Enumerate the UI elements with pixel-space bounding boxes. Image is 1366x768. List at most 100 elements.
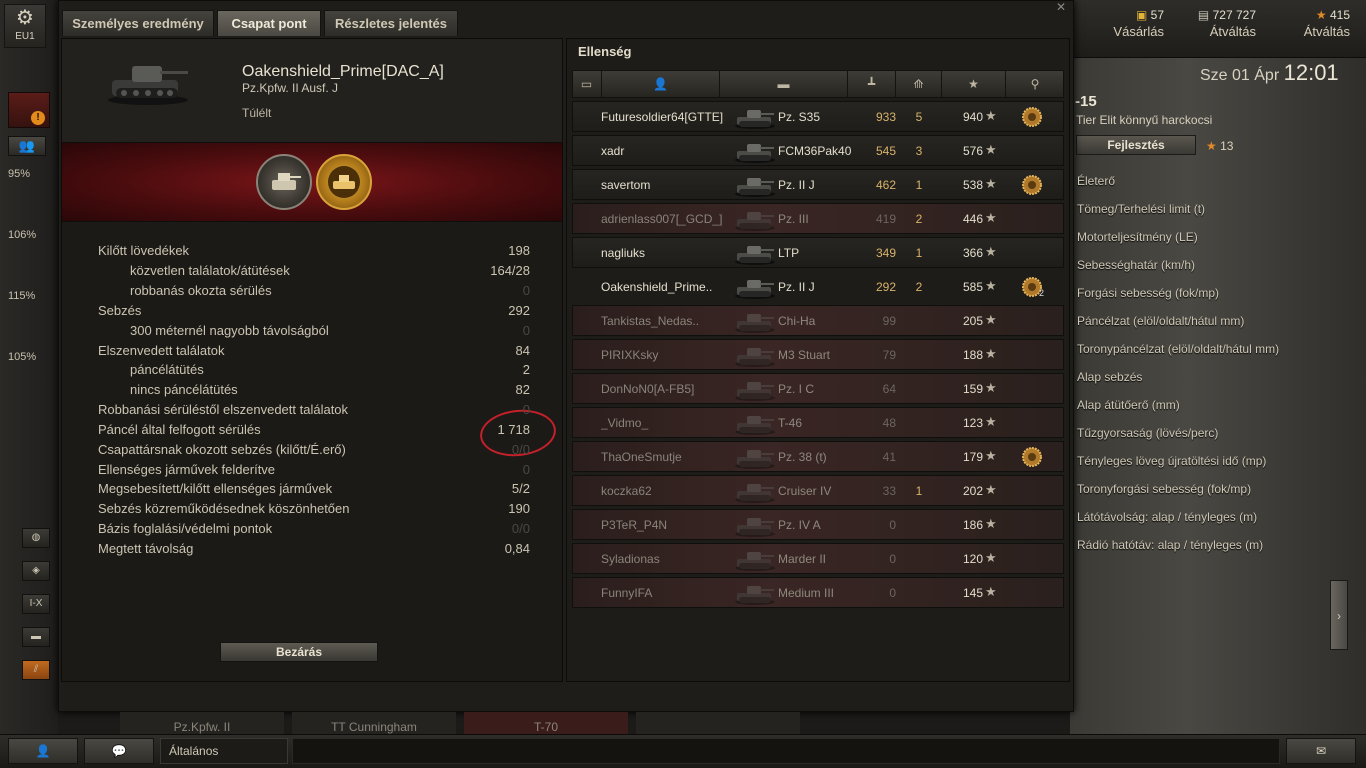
col-achievements[interactable]: ⚲ bbox=[1006, 70, 1064, 98]
stat-value: 0/0 bbox=[511, 521, 530, 536]
vehicle-spec-label: Tűzgyorsaság (lövés/perc) bbox=[1077, 426, 1219, 440]
contacts-button[interactable]: 👤 bbox=[8, 738, 78, 764]
vehicle-filter-button[interactable]: ▬ bbox=[22, 627, 50, 647]
carousel-peek: Pz.Kpfw. II TT Cunningham T-70 bbox=[120, 712, 800, 734]
stat-label: Megtett távolság bbox=[98, 541, 194, 556]
vehicle-name-cell: Medium III bbox=[778, 586, 835, 600]
credits-exchange[interactable]: ▤ 727 727 Átváltás bbox=[1180, 8, 1256, 48]
notifications-button[interactable]: ✉ bbox=[1286, 738, 1356, 764]
close-button[interactable]: Bezárás bbox=[220, 642, 378, 662]
tab-team[interactable]: Csapat pont bbox=[217, 10, 321, 36]
achievement-icon bbox=[1021, 446, 1043, 468]
stat-label: nincs páncélátütés bbox=[130, 382, 238, 397]
stat-row: Megsebesített/kilőtt ellenséges járművek… bbox=[98, 481, 530, 501]
damage-cell: 292 bbox=[875, 280, 896, 294]
upgrade-button[interactable]: Fejlesztés bbox=[1076, 135, 1196, 155]
star-icon: ★ bbox=[985, 210, 997, 225]
freexp-exchange[interactable]: ★ 415 Átváltás bbox=[1276, 8, 1350, 48]
gold-amount: 57 bbox=[1150, 8, 1164, 22]
table-row[interactable]: savertom Pz. II J 462 1 538 ★ bbox=[572, 169, 1064, 200]
table-row[interactable]: adrienlass007[_GCD_] Pz. III 419 2 446 ★ bbox=[572, 203, 1064, 234]
table-row[interactable]: P3TeR_P4N Pz. IV A 0 186 ★ bbox=[572, 509, 1064, 540]
vehicle-spec-label: Sebességhatár (km/h) bbox=[1077, 258, 1196, 272]
stat-label: Bázis foglalási/védelmi pontok bbox=[98, 521, 273, 536]
carousel-item-3[interactable]: T-70 bbox=[464, 712, 628, 734]
stat-value: 0 bbox=[522, 402, 530, 417]
stat-row: Ellenséges járművek felderítve 0 bbox=[98, 462, 530, 482]
tab-personal[interactable]: Személyes eredmény bbox=[62, 10, 214, 36]
stat-row: Megtett távolság 0,84 bbox=[98, 541, 530, 561]
star-icon: ★ bbox=[985, 584, 997, 599]
medal-mastery-icon[interactable] bbox=[316, 154, 372, 210]
table-row[interactable]: xadr FCM36Pak40 545 3 576 ★ bbox=[572, 135, 1064, 166]
stat-value: 0,84 bbox=[504, 541, 530, 556]
nation-filter-button[interactable]: ◍ bbox=[22, 528, 50, 548]
table-row[interactable]: Syladionas Marder II 0 120 ★ bbox=[572, 543, 1064, 574]
table-row[interactable]: Futuresoldier64[GTTE] Pz. S35 933 5 940 ★ bbox=[572, 101, 1064, 132]
table-row[interactable]: koczka62 Cruiser IV 33 1 202 ★ bbox=[572, 475, 1064, 506]
star-icon: ★ bbox=[985, 142, 997, 157]
stat-row: Sebzés közreműködésednek köszönhetően 190 bbox=[98, 501, 530, 521]
col-player[interactable]: 👤 bbox=[602, 70, 720, 98]
table-row[interactable]: Tankistas_Nedas.. Chi-Ha 99 205 ★ bbox=[572, 305, 1064, 336]
star-icon: ★ bbox=[1315, 8, 1327, 22]
type-filter-button[interactable]: ◈ bbox=[22, 561, 50, 581]
table-row[interactable]: Oakenshield_Prime.. Pz. II J 292 2 585 ★ 2 bbox=[572, 271, 1064, 302]
stat-value: 1 718 bbox=[497, 422, 530, 437]
vehicle-name-cell: Marder II bbox=[778, 552, 827, 566]
chat-input[interactable] bbox=[292, 738, 1280, 764]
chat-button[interactable]: 💬 bbox=[84, 738, 154, 764]
col-xp[interactable]: ★ bbox=[942, 70, 1006, 98]
premium-filter-button[interactable]: ⫽ bbox=[22, 660, 50, 680]
stat-row: páncélátütés 2 bbox=[98, 362, 530, 382]
notification-panel[interactable]: ! bbox=[8, 92, 50, 128]
specs-expand-arrow[interactable]: › bbox=[1330, 580, 1348, 650]
player-name-cell: PIRIXKsky bbox=[601, 348, 659, 362]
vehicle-spec-label: Alap átütőerő (mm) bbox=[1077, 398, 1180, 412]
table-row[interactable]: _Vidmo_ T-46 48 123 ★ bbox=[572, 407, 1064, 438]
kills-cell: 3 bbox=[915, 144, 923, 158]
xp-star-icon: ★ bbox=[1206, 139, 1217, 153]
player-name-cell: ThaOneSmutje bbox=[601, 450, 682, 464]
vehicle-xp: ★ 13 bbox=[1206, 139, 1233, 153]
xp-cell: 538 bbox=[962, 178, 983, 192]
stat-row: Bázis foglalási/védelmi pontok 0/0 bbox=[98, 521, 530, 541]
stat-value: 0 bbox=[522, 283, 530, 298]
warning-icon: ! bbox=[31, 111, 45, 125]
table-row[interactable]: DonNoN0[A-FB5] Pz. I C 64 159 ★ bbox=[572, 373, 1064, 404]
vehicle-name-cell: LTP bbox=[778, 246, 800, 260]
damage-cell: 462 bbox=[875, 178, 896, 192]
carousel-item-1[interactable]: Pz.Kpfw. II bbox=[120, 712, 284, 734]
platoon-button[interactable]: 👥 bbox=[8, 136, 46, 156]
vehicle-icon bbox=[733, 206, 777, 232]
tab-detailed[interactable]: Részletes jelentés bbox=[324, 10, 458, 36]
table-row[interactable]: nagliuks LTP 349 1 366 ★ bbox=[572, 237, 1064, 268]
xp-cell: 120 bbox=[962, 552, 983, 566]
stat-row: Csapattársnak okozott sebzés (kilőtt/É.e… bbox=[98, 442, 530, 462]
col-vehicle[interactable]: ▬ bbox=[720, 70, 848, 98]
col-platoon[interactable]: ▭ bbox=[572, 70, 602, 98]
table-row[interactable]: ThaOneSmutje Pz. 38 (t) 41 179 ★ bbox=[572, 441, 1064, 472]
medal-sniper-icon[interactable] bbox=[256, 154, 312, 210]
tier-filter-button[interactable]: I-X bbox=[22, 594, 50, 614]
kills-cell: 5 bbox=[915, 110, 923, 124]
damage-cell: 79 bbox=[882, 348, 896, 362]
stat-value: 0 bbox=[522, 462, 530, 477]
chat-channel[interactable]: Általános bbox=[160, 738, 288, 764]
col-kills[interactable]: ⟰ bbox=[896, 70, 942, 98]
gold-purchase[interactable]: ▣ 57 Vásárlás bbox=[1092, 8, 1164, 48]
stat-value: 190 bbox=[508, 501, 530, 516]
stat-row: közvetlen találatok/átütések 164/28 bbox=[98, 263, 530, 283]
vehicle-name-cell: Pz. II J bbox=[778, 280, 815, 294]
tank-icon: ▬ bbox=[31, 631, 41, 642]
vehicle-icon bbox=[733, 240, 777, 266]
carousel-item-4[interactable] bbox=[636, 712, 800, 734]
damage-cell: 64 bbox=[882, 382, 896, 396]
table-row[interactable]: FunnyIFA Medium III 0 145 ★ bbox=[572, 577, 1064, 608]
carousel-item-2[interactable]: TT Cunningham bbox=[292, 712, 456, 734]
col-damage[interactable]: ┻ bbox=[848, 70, 896, 98]
table-row[interactable]: PIRIXKsky M3 Stuart 79 188 ★ bbox=[572, 339, 1064, 370]
kills-cell: 1 bbox=[915, 484, 923, 498]
settings-button[interactable]: ⚙ EU1 bbox=[4, 4, 46, 48]
close-icon[interactable]: ✕ bbox=[1056, 0, 1066, 14]
